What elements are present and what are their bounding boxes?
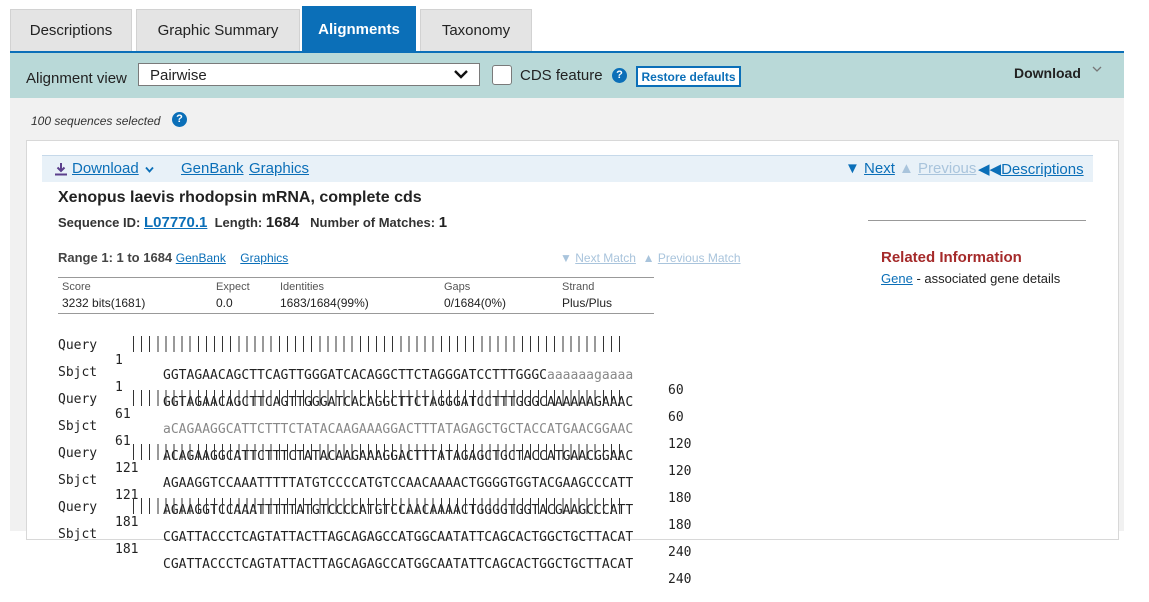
cds-feature-checkbox[interactable]	[492, 65, 512, 85]
range-row: Range 1: 1 to 1684 GenBank Graphics	[58, 250, 288, 265]
download-link[interactable]: Download	[72, 160, 139, 177]
match-bars	[133, 498, 623, 514]
sequences-selected: 100 sequences selected	[31, 114, 161, 128]
query-sequence: aCAGAAGGCATTCTTTCTATACAAGAAAGGACTTTATAGA…	[163, 422, 633, 437]
gene-description: - associated gene details	[916, 271, 1061, 286]
gene-link[interactable]: Gene	[881, 271, 913, 286]
range-graphics-link[interactable]: Graphics	[240, 251, 288, 265]
results-panel: 100 sequences selected ? Download GenBan…	[10, 98, 1124, 587]
help-icon[interactable]: ?	[172, 112, 187, 127]
sbjct-sequence: CGATTACCCTCAGTATTACTTAGCAGAGCCATGGCAATAT…	[163, 557, 634, 572]
restore-defaults-button[interactable]: Restore defaults	[636, 66, 741, 87]
sbjct-label: Sbjct	[58, 527, 98, 542]
alignment-toolbar: Alignment view Pairwise CDS feature ? Re…	[10, 53, 1124, 98]
download-icon[interactable]	[54, 162, 68, 176]
range-genbank-link[interactable]: GenBank	[176, 251, 226, 265]
query-end: 240	[668, 545, 692, 560]
match-bars	[133, 444, 623, 460]
stat-identities: 1683/1684(99%)	[280, 296, 369, 310]
stat-score: 3232 bits(1681)	[62, 296, 146, 310]
stat-header-expect: Expect	[216, 281, 250, 293]
matches-label: Number of Matches:	[310, 215, 436, 230]
related-information-title: Related Information	[881, 249, 1022, 266]
stat-expect: 0.0	[216, 296, 233, 310]
toolbar-download-button[interactable]: Download	[1014, 65, 1081, 81]
query-seq-lower: a	[163, 422, 171, 437]
sequence-title: Xenopus laevis rhodopsin mRNA, complete …	[58, 189, 422, 206]
next-link[interactable]: ▼ Next	[845, 160, 895, 177]
query-start: 61	[115, 407, 131, 422]
tab-alignments[interactable]: Alignments	[302, 6, 416, 51]
graphics-link[interactable]: Graphics	[249, 160, 309, 177]
query-end: 120	[668, 437, 692, 452]
query-end: 180	[668, 491, 692, 506]
tab-graphic-summary[interactable]: Graphic Summary	[136, 9, 300, 51]
query-start: 1	[115, 353, 123, 368]
sbjct-start: 1	[115, 380, 123, 395]
query-seq-upper: CAGAAGGCATTCTTTCTATACAAGAAAGGACTTTATAGAG…	[170, 422, 634, 437]
match-navigation: ▼ Next Match ▲ Previous Match	[560, 251, 741, 265]
alignment-view-label: Alignment view	[26, 70, 127, 87]
sbjct-end: 240	[668, 572, 692, 587]
previous-match-link: Previous Match	[657, 251, 741, 265]
related-gene-row: Gene - associated gene details	[881, 271, 1060, 286]
next-label: Next	[864, 160, 895, 177]
sequence-meta: Sequence ID: L07770.1 Length: 1684 Numbe…	[58, 214, 447, 231]
previous-link: ▲ Previous	[899, 160, 976, 177]
descriptions-link[interactable]: ◀◀Descriptions	[978, 160, 1084, 178]
match-bars	[133, 336, 623, 352]
tab-taxonomy[interactable]: Taxonomy	[420, 9, 532, 51]
query-end: 60	[668, 383, 684, 398]
triangle-down-icon: ▼	[845, 160, 860, 177]
query-sequence: CGATTACCCTCAGTATTACTTAGCAGAGCCATGGCAATAT…	[163, 530, 634, 545]
range-label: Range 1: 1 to 1684	[58, 250, 173, 265]
sbjct-end: 60	[668, 410, 684, 425]
chevron-down-icon[interactable]	[1091, 63, 1103, 75]
sequence-id-label: Sequence ID:	[58, 215, 141, 230]
previous-label: Previous	[918, 160, 977, 177]
query-sequence: GGTAGAACAGCTTCAGTTGGGATCACAGGCTTCTAGGGAT…	[163, 368, 633, 383]
sbjct-start: 61	[115, 434, 131, 449]
matches-value: 1	[438, 214, 448, 231]
triangle-up-icon: ▲	[899, 160, 914, 177]
chevron-down-icon[interactable]	[145, 165, 154, 174]
sequence-id-link[interactable]: L07770.1	[144, 214, 207, 231]
sbjct-end: 120	[668, 464, 692, 479]
tab-descriptions[interactable]: Descriptions	[10, 9, 132, 51]
query-seq-upper: GGTAGAACAGCTTCAGTTGGGATCACAGGCTTCTAGGGAT…	[163, 368, 547, 383]
help-icon[interactable]: ?	[612, 68, 627, 83]
length-label: Length:	[214, 215, 263, 230]
genbank-link[interactable]: GenBank	[181, 160, 244, 177]
stat-header-strand: Strand	[562, 281, 595, 293]
match-bars	[133, 390, 623, 406]
alignment-stats: Score Expect Identities Gaps Strand 3232…	[58, 277, 654, 314]
divider	[868, 220, 1086, 221]
sbjct-row: Sbjct 181 CGATTACCCTCAGTATTACTTAGCAGAGCC…	[58, 512, 691, 602]
stat-header-score: Score	[62, 281, 91, 293]
stat-header-gaps: Gaps	[444, 281, 471, 293]
stat-header-identities: Identities	[280, 281, 325, 293]
query-start: 181	[115, 515, 139, 530]
descriptions-label: Descriptions	[1001, 161, 1084, 178]
query-sequence: AGAAGGTCCAAATTTTTATGTCCCCATGTCCAACAAAACT…	[163, 476, 634, 491]
chevron-down-icon	[454, 70, 468, 79]
triangle-up-icon: ▲	[642, 251, 655, 265]
rewind-icon: ◀◀	[978, 161, 1002, 178]
alignment-view-value: Pairwise	[150, 67, 207, 84]
query-seq-lower: aaaaaagaaaa	[547, 368, 634, 383]
length-value: 1684	[265, 214, 300, 231]
stat-gaps: 0/1684(0%)	[444, 296, 507, 310]
sbjct-start: 181	[115, 542, 139, 557]
alignment-view-select[interactable]: Pairwise	[138, 63, 480, 86]
alignment-header-bar: Download GenBank Graphics ▼ Next ▲ Previ…	[42, 155, 1093, 182]
cds-feature-label: CDS feature	[520, 67, 603, 84]
next-match-link: Next Match	[575, 251, 636, 265]
stat-strand: Plus/Plus	[562, 296, 613, 310]
triangle-down-icon: ▼	[560, 251, 572, 265]
alignment-card: Download GenBank Graphics ▼ Next ▲ Previ…	[26, 140, 1119, 587]
query-start: 121	[115, 461, 139, 476]
